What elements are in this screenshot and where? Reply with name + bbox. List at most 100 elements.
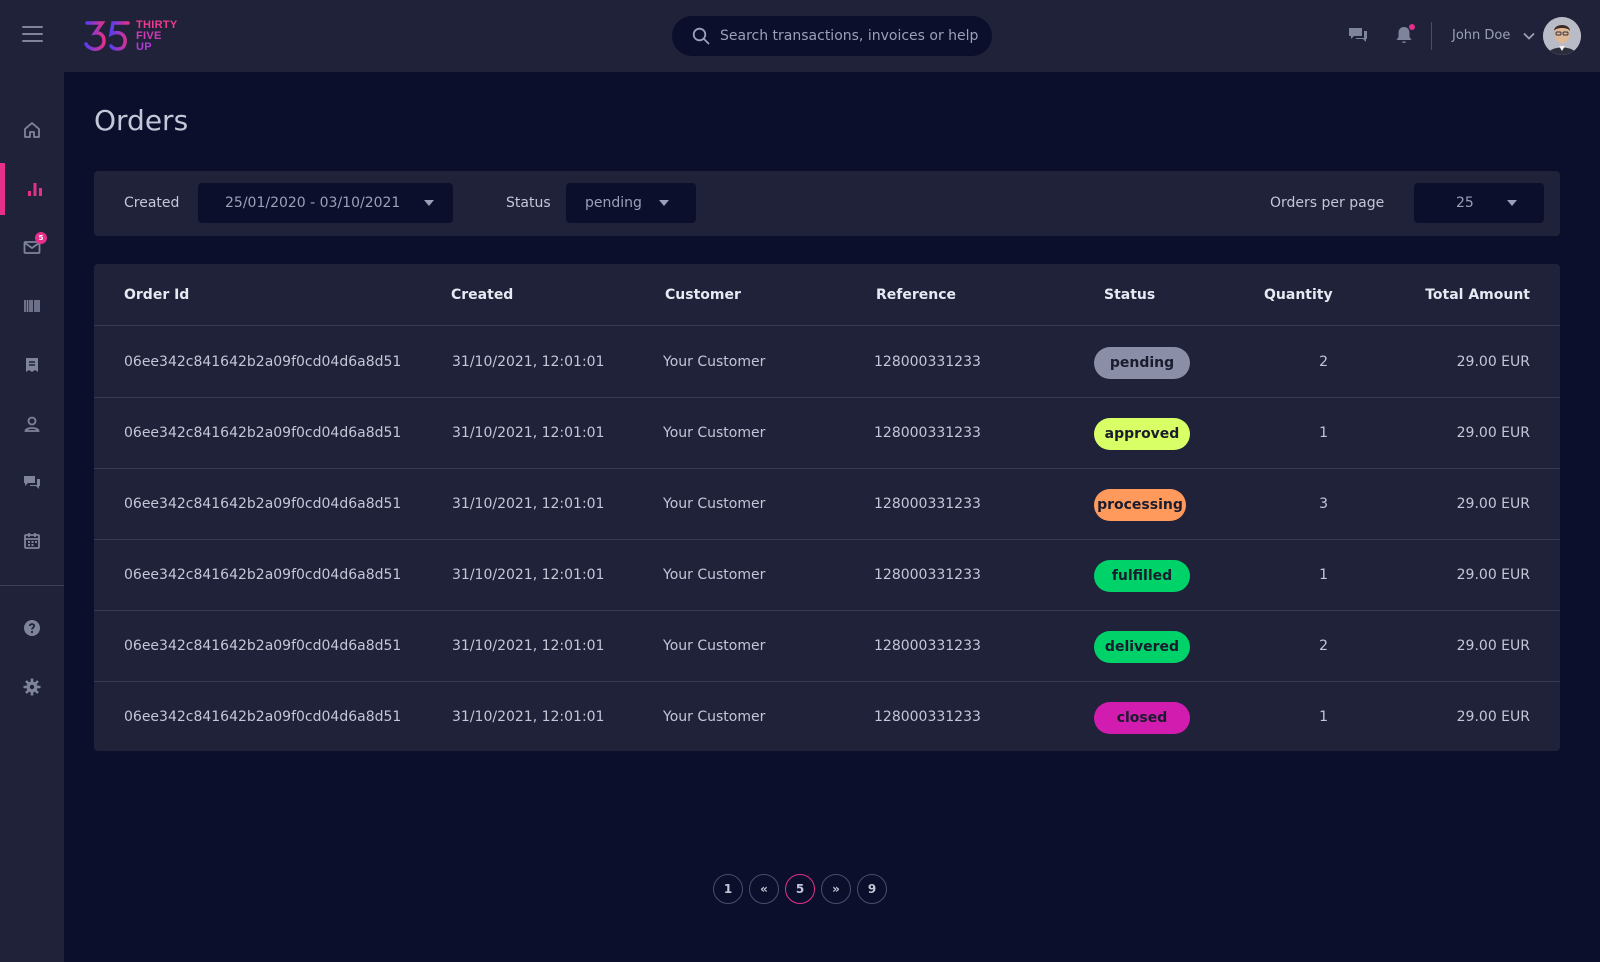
created-cell: 31/10/2021, 12:01:01 — [452, 567, 605, 583]
page-first-button[interactable]: 1 — [713, 874, 743, 904]
quantity-cell: 3 — [1319, 496, 1328, 512]
brand-logo[interactable]: THIRTY FIVE UP — [84, 18, 184, 54]
caret-down-icon — [424, 200, 434, 206]
search-bar[interactable] — [672, 16, 992, 56]
chat-icon — [24, 476, 40, 489]
topbar: THIRTY FIVE UP John Doe — [64, 0, 1600, 72]
page-last-button[interactable]: 9 — [857, 874, 887, 904]
sidebar-item-mail[interactable]: 5 — [0, 221, 64, 273]
total-amount-cell: 29.00 EUR — [1456, 638, 1530, 654]
order-id-cell: 06ee342c841642b2a09f0cd04d6a8d51 — [124, 354, 402, 370]
sidebar-item-products[interactable] — [0, 280, 64, 332]
home-icon — [24, 122, 40, 138]
order-id-cell: 06ee342c841642b2a09f0cd04d6a8d51 — [124, 709, 402, 725]
table-header: Order Id Created Customer Reference Stat… — [94, 264, 1560, 326]
receipt-icon — [26, 358, 38, 372]
barcode-icon — [24, 300, 40, 312]
order-id-cell: 06ee342c841642b2a09f0cd04d6a8d51 — [124, 638, 402, 654]
search-icon — [692, 27, 710, 45]
table-row[interactable]: 06ee342c841642b2a09f0cd04d6a8d51 31/10/20… — [94, 469, 1560, 540]
sidebar-item-calendar[interactable] — [0, 515, 64, 567]
sidebar-item-settings[interactable] — [0, 661, 64, 713]
sidebar-item-help[interactable] — [0, 602, 64, 654]
order-id-cell: 06ee342c841642b2a09f0cd04d6a8d51 — [124, 425, 402, 441]
column-header-reference[interactable]: Reference — [876, 287, 956, 303]
page-title: Orders — [94, 104, 189, 137]
created-date-range-value: 25/01/2020 - 03/10/2021 — [225, 195, 401, 211]
quantity-cell: 2 — [1319, 638, 1328, 654]
topbar-divider — [1431, 22, 1432, 50]
search-input[interactable] — [720, 28, 980, 44]
customer-cell: Your Customer — [663, 567, 766, 583]
status-badge: delivered — [1094, 631, 1190, 663]
customer-cell: Your Customer — [663, 709, 766, 725]
sidebar-item-invoices[interactable] — [0, 339, 64, 391]
sidebar-item-customers[interactable] — [0, 398, 64, 450]
caret-down-icon — [659, 200, 669, 206]
filters-bar: Created 25/01/2020 - 03/10/2021 Status p… — [94, 171, 1560, 236]
reference-cell: 128000331233 — [874, 638, 981, 654]
status-filter-label: Status — [506, 195, 551, 211]
notification-dot — [1409, 24, 1415, 30]
column-header-quantity[interactable]: Quantity — [1264, 287, 1333, 303]
page-prev-button[interactable]: « — [749, 874, 779, 904]
total-amount-cell: 29.00 EUR — [1456, 567, 1530, 583]
page-next-button[interactable]: » — [821, 874, 851, 904]
customer-cell: Your Customer — [663, 354, 766, 370]
status-badge: pending — [1094, 347, 1190, 379]
logo-mark-icon — [84, 21, 130, 51]
created-cell: 31/10/2021, 12:01:01 — [452, 709, 605, 725]
avatar[interactable] — [1543, 17, 1581, 55]
total-amount-cell: 29.00 EUR — [1456, 425, 1530, 441]
reference-cell: 128000331233 — [874, 567, 981, 583]
status-badge: fulfilled — [1094, 560, 1190, 592]
sidebar-divider — [0, 585, 64, 586]
table-row[interactable]: 06ee342c841642b2a09f0cd04d6a8d51 31/10/20… — [94, 540, 1560, 611]
table-row[interactable]: 06ee342c841642b2a09f0cd04d6a8d51 31/10/20… — [94, 611, 1560, 682]
reference-cell: 128000331233 — [874, 425, 981, 441]
column-header-order-id[interactable]: Order Id — [124, 287, 189, 303]
table-row[interactable]: 06ee342c841642b2a09f0cd04d6a8d51 31/10/20… — [94, 327, 1560, 398]
user-name[interactable]: John Doe — [1452, 28, 1510, 43]
created-date-range-select[interactable]: 25/01/2020 - 03/10/2021 — [198, 183, 453, 223]
help-icon — [24, 620, 40, 636]
menu-icon[interactable] — [22, 26, 43, 44]
total-amount-cell: 29.00 EUR — [1456, 709, 1530, 725]
order-id-cell: 06ee342c841642b2a09f0cd04d6a8d51 — [124, 567, 402, 583]
column-header-customer[interactable]: Customer — [665, 287, 741, 303]
sidebar-item-messages[interactable] — [0, 456, 64, 508]
created-cell: 31/10/2021, 12:01:01 — [452, 496, 605, 512]
sidebar-item-home[interactable] — [0, 104, 64, 156]
user-icon — [24, 416, 40, 432]
caret-down-icon — [1507, 200, 1517, 206]
table-row[interactable]: 06ee342c841642b2a09f0cd04d6a8d51 31/10/20… — [94, 682, 1560, 753]
sidebar: 5 — [0, 0, 64, 962]
customer-cell: Your Customer — [663, 638, 766, 654]
created-filter-label: Created — [124, 195, 180, 211]
status-select-value: pending — [585, 195, 642, 211]
orders-table: Order Id Created Customer Reference Stat… — [94, 264, 1560, 751]
settings-icon — [23, 678, 41, 696]
reference-cell: 128000331233 — [874, 496, 981, 512]
column-header-total-amount[interactable]: Total Amount — [1425, 287, 1530, 303]
status-select[interactable]: pending — [566, 183, 696, 223]
sidebar-item-analytics[interactable] — [0, 163, 64, 215]
messages-icon[interactable] — [1347, 24, 1369, 46]
status-badge: approved — [1094, 418, 1190, 450]
logo-wordmark: THIRTY FIVE UP — [136, 18, 178, 53]
customer-cell: Your Customer — [663, 425, 766, 441]
page-current-button[interactable]: 5 — [785, 874, 815, 904]
mail-badge: 5 — [35, 232, 47, 244]
calendar-icon — [24, 533, 40, 549]
table-row[interactable]: 06ee342c841642b2a09f0cd04d6a8d51 31/10/20… — [94, 398, 1560, 469]
status-badge: closed — [1094, 702, 1190, 734]
chevron-down-icon[interactable] — [1523, 30, 1535, 42]
quantity-cell: 2 — [1319, 354, 1328, 370]
per-page-select[interactable]: 25 — [1414, 183, 1544, 223]
chart-icon — [27, 183, 42, 196]
reference-cell: 128000331233 — [874, 709, 981, 725]
column-header-created[interactable]: Created — [451, 287, 513, 303]
column-header-status[interactable]: Status — [1104, 287, 1155, 303]
quantity-cell: 1 — [1319, 425, 1328, 441]
reference-cell: 128000331233 — [874, 354, 981, 370]
